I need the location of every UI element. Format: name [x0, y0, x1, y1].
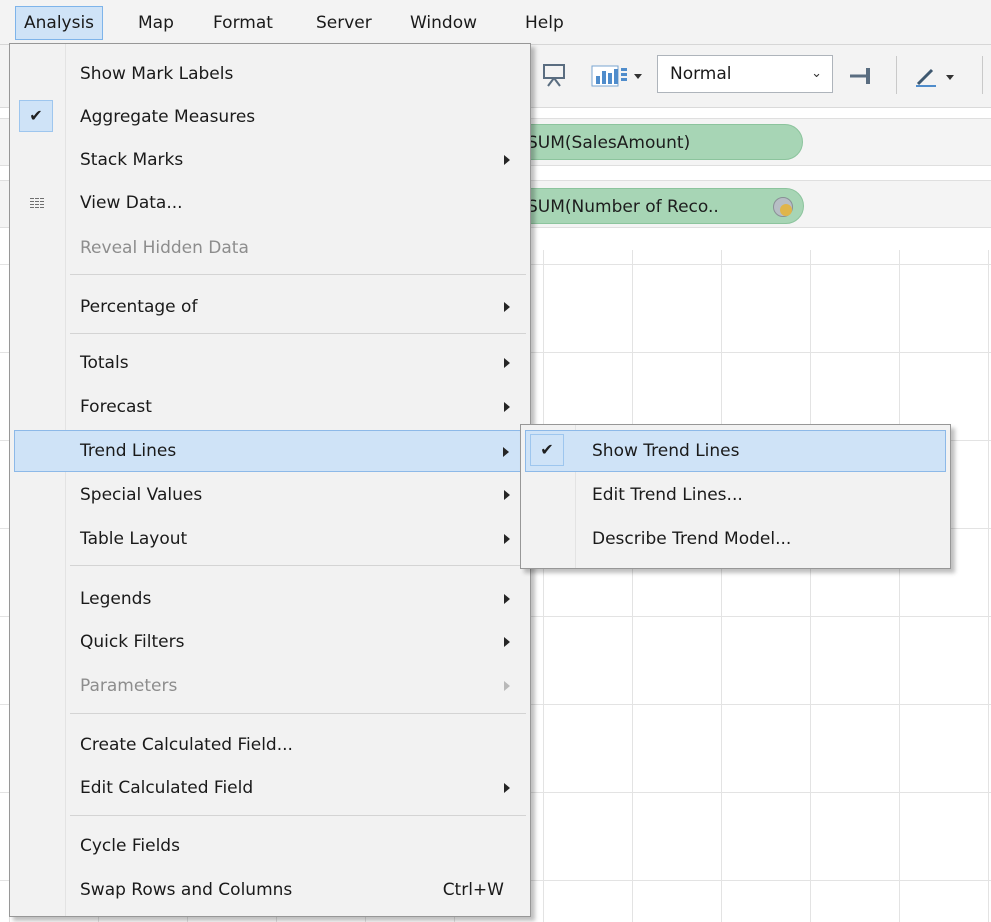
menu-item-swap-rows-and-columns[interactable]: Swap Rows and Columns Ctrl+W: [14, 869, 526, 911]
submenu-arrow-icon: [504, 302, 510, 312]
show-me-icon[interactable]: [590, 62, 650, 90]
menu-item-forecast[interactable]: Forecast: [14, 386, 526, 428]
menu-item-label: Legends: [80, 589, 152, 609]
menu-item-label: Cycle Fields: [80, 836, 180, 856]
presentation-icon[interactable]: [540, 62, 570, 88]
menu-map[interactable]: Map: [130, 6, 182, 40]
menu-item-label: Create Calculated Field...: [80, 735, 293, 755]
menu-item-label: View Data...: [80, 193, 183, 213]
menu-server[interactable]: Server: [308, 6, 380, 40]
checkmark-icon: ✔: [530, 434, 564, 466]
menu-item-label: Reveal Hidden Data: [80, 238, 249, 258]
menu-item-label: Describe Trend Model...: [592, 529, 792, 549]
menu-analysis[interactable]: Analysis: [15, 6, 104, 40]
menu-item-label: Forecast: [80, 397, 152, 417]
menu-item-quick-filters[interactable]: Quick Filters: [14, 621, 526, 663]
menu-item-cycle-fields[interactable]: Cycle Fields: [14, 825, 526, 867]
menu-bar: Analysis Map Format Server Window Help: [0, 0, 991, 45]
menu-item-label: Aggregate Measures: [80, 107, 256, 127]
toolbar-separator: [982, 56, 983, 94]
menu-item-parameters: Parameters: [14, 665, 526, 707]
menu-item-totals[interactable]: Totals: [14, 342, 526, 384]
menu-separator: [70, 274, 526, 275]
analysis-menu: Show Mark Labels ✔ Aggregate Measures St…: [9, 43, 531, 917]
submenu-arrow-icon: [504, 594, 510, 604]
submenu-arrow-icon: [504, 637, 510, 647]
menu-item-show-mark-labels[interactable]: Show Mark Labels: [14, 53, 526, 95]
data-source-icon: [773, 197, 793, 217]
menu-separator: [70, 815, 526, 816]
menu-item-legends[interactable]: Legends: [14, 578, 526, 620]
menu-item-view-data[interactable]: View Data...: [14, 182, 526, 224]
menu-item-label: Totals: [80, 353, 129, 373]
pin-icon[interactable]: [846, 64, 880, 88]
submenu-arrow-icon: [504, 681, 510, 691]
keyboard-shortcut: Ctrl+W: [442, 880, 504, 900]
submenu-arrow-icon: [504, 358, 510, 368]
fit-select-value: Normal: [670, 64, 732, 84]
menu-separator: [70, 713, 526, 714]
menu-item-label: Show Trend Lines: [592, 441, 740, 461]
menu-item-label: Parameters: [80, 676, 178, 696]
menu-separator: [70, 565, 526, 566]
highlight-icon[interactable]: [912, 62, 968, 90]
fit-select[interactable]: Normal ⌄: [657, 55, 833, 93]
checkmark-icon: ✔: [19, 100, 53, 132]
menu-item-label: Table Layout: [80, 529, 188, 549]
menu-window[interactable]: Window: [402, 6, 485, 40]
menu-item-edit-trend-lines[interactable]: Edit Trend Lines...: [525, 474, 946, 516]
menu-item-label: Trend Lines: [80, 441, 177, 461]
menu-item-table-layout[interactable]: Table Layout: [14, 518, 526, 560]
view-data-icon: [30, 198, 44, 209]
menu-item-aggregate-measures[interactable]: ✔ Aggregate Measures: [14, 96, 526, 138]
menu-item-label: Swap Rows and Columns: [80, 880, 293, 900]
menu-item-show-trend-lines[interactable]: ✔ Show Trend Lines: [525, 430, 946, 472]
menu-item-label: Quick Filters: [80, 632, 185, 652]
submenu-arrow-icon: [504, 534, 510, 544]
submenu-arrow-icon: [504, 155, 510, 165]
columns-pill[interactable]: SUM(SalesAmount): [520, 124, 803, 160]
columns-pill-label: SUM(SalesAmount): [527, 133, 691, 153]
menu-item-stack-marks[interactable]: Stack Marks: [14, 139, 526, 181]
menu-format[interactable]: Format: [205, 6, 281, 40]
menu-item-label: Edit Trend Lines...: [592, 485, 743, 505]
menu-item-label: Edit Calculated Field: [80, 778, 254, 798]
submenu-arrow-icon: [504, 402, 510, 412]
rows-pill[interactable]: SUM(Number of Reco..: [520, 188, 804, 224]
menu-item-label: Percentage of: [80, 297, 198, 317]
submenu-arrow-icon: [504, 490, 510, 500]
menu-item-reveal-hidden-data: Reveal Hidden Data: [14, 227, 526, 269]
menu-item-describe-trend-model[interactable]: Describe Trend Model...: [525, 518, 946, 560]
menu-help[interactable]: Help: [517, 6, 572, 40]
menu-item-label: Stack Marks: [80, 150, 184, 170]
menu-item-special-values[interactable]: Special Values: [14, 474, 526, 516]
menu-item-label: Special Values: [80, 485, 203, 505]
menu-item-label: Show Mark Labels: [80, 64, 234, 84]
menu-item-percentage-of[interactable]: Percentage of: [14, 286, 526, 328]
trend-lines-submenu: ✔ Show Trend Lines Edit Trend Lines... D…: [520, 424, 951, 569]
menu-item-trend-lines[interactable]: Trend Lines: [14, 430, 526, 472]
toolbar-separator: [896, 56, 897, 94]
submenu-arrow-icon: [503, 447, 509, 457]
rows-pill-label: SUM(Number of Reco..: [527, 197, 719, 217]
menu-separator: [70, 333, 526, 334]
menu-item-edit-calculated-field[interactable]: Edit Calculated Field: [14, 767, 526, 809]
chevron-down-icon: ⌄: [811, 66, 822, 81]
submenu-arrow-icon: [504, 783, 510, 793]
menu-item-create-calculated-field[interactable]: Create Calculated Field...: [14, 724, 526, 766]
